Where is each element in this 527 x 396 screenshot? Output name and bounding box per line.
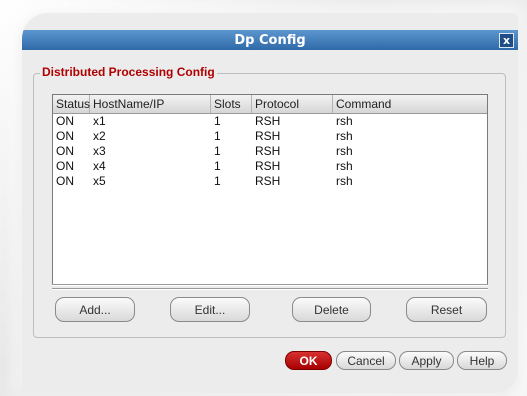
cell-status: ON [56, 129, 74, 143]
reset-button[interactable]: Reset [406, 297, 487, 322]
column-header-protocol[interactable]: Protocol [252, 95, 333, 113]
cell-status: ON [56, 114, 74, 128]
cell-command: rsh [336, 114, 353, 128]
cell-status: ON [56, 174, 74, 188]
table-row[interactable]: ON x4 1 RSH rsh [53, 159, 487, 174]
cell-hostname: x1 [93, 114, 106, 128]
table-header: Status HostName/IP Slots Protocol Comman… [53, 95, 487, 114]
cell-protocol: RSH [255, 129, 281, 143]
column-header-hostname[interactable]: HostName/IP [90, 95, 211, 113]
group-title: Distributed Processing Config [40, 65, 217, 79]
cell-slots: 1 [214, 174, 221, 188]
divider [52, 288, 488, 290]
window-title: Dp Config [234, 32, 306, 48]
cell-hostname: x3 [93, 144, 106, 158]
column-header-status[interactable]: Status [53, 95, 90, 113]
edit-button[interactable]: Edit... [170, 297, 250, 322]
cell-command: rsh [336, 144, 353, 158]
hosts-table: Status HostName/IP Slots Protocol Comman… [52, 94, 488, 285]
column-header-slots[interactable]: Slots [211, 95, 252, 113]
cell-slots: 1 [214, 144, 221, 158]
title-bar[interactable]: Dp Config x [22, 30, 518, 50]
dp-config-dialog: Dp Config x Distributed Processing Confi… [22, 13, 518, 393]
cancel-button[interactable]: Cancel [336, 351, 396, 370]
cell-protocol: RSH [255, 174, 281, 188]
delete-button[interactable]: Delete [292, 297, 371, 322]
table-row[interactable]: ON x3 1 RSH rsh [53, 144, 487, 159]
divider [52, 284, 488, 286]
cell-protocol: RSH [255, 144, 281, 158]
apply-button[interactable]: Apply [399, 351, 454, 370]
add-button[interactable]: Add... [55, 297, 135, 322]
cell-slots: 1 [214, 129, 221, 143]
help-button[interactable]: Help [457, 351, 507, 370]
column-header-command[interactable]: Command [333, 95, 487, 113]
table-row[interactable]: ON x2 1 RSH rsh [53, 129, 487, 144]
ok-button[interactable]: OK [285, 351, 332, 370]
cell-status: ON [56, 144, 74, 158]
table-row[interactable]: ON x1 1 RSH rsh [53, 114, 487, 129]
cell-command: rsh [336, 159, 353, 173]
table-row[interactable]: ON x5 1 RSH rsh [53, 174, 487, 189]
cell-status: ON [56, 159, 74, 173]
cell-slots: 1 [214, 159, 221, 173]
cell-hostname: x2 [93, 129, 106, 143]
cell-command: rsh [336, 129, 353, 143]
cell-command: rsh [336, 174, 353, 188]
cell-protocol: RSH [255, 114, 281, 128]
cell-hostname: x5 [93, 174, 106, 188]
close-icon[interactable]: x [499, 33, 514, 48]
cell-slots: 1 [214, 114, 221, 128]
cell-hostname: x4 [93, 159, 106, 173]
cell-protocol: RSH [255, 159, 281, 173]
